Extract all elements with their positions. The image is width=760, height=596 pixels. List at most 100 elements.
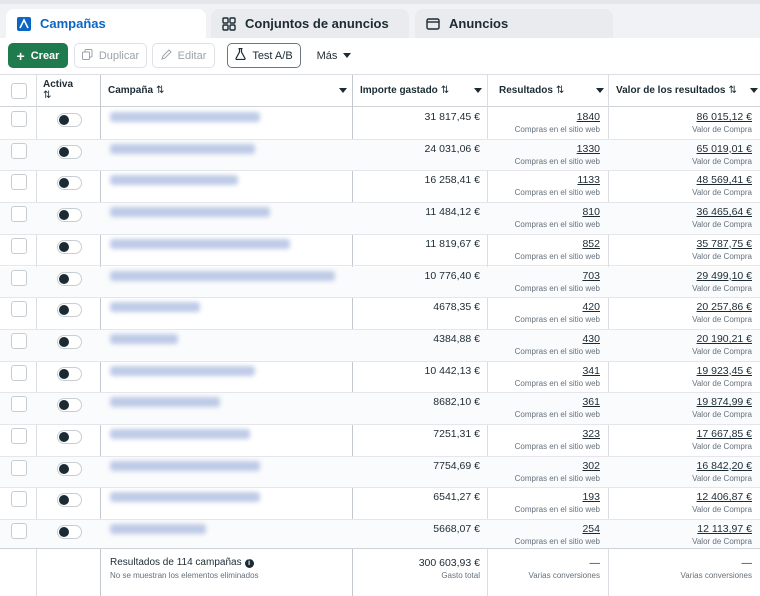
chevron-down-icon[interactable] [339,88,347,93]
create-button[interactable]: + Crear [8,43,68,68]
active-toggle[interactable] [57,334,82,349]
campaign-name-redacted[interactable] [110,492,260,503]
table-row[interactable]: 10 442,13 € 341 Compras en el sitio web 19 … [0,362,760,394]
results-cell[interactable]: 341 [582,365,600,377]
active-toggle[interactable] [57,525,82,540]
chevron-down-icon[interactable] [596,88,604,93]
chevron-down-icon[interactable] [750,88,758,93]
campaign-name-redacted[interactable] [110,302,200,313]
value-cell[interactable]: 19 923,45 € [697,365,752,377]
row-checkbox[interactable] [11,491,27,508]
value-cell[interactable]: 35 787,75 € [697,238,752,250]
edit-button[interactable]: Editar [152,43,215,68]
row-checkbox[interactable] [11,523,27,540]
table-row[interactable]: 7754,69 € 302 Compras en el sitio web 16 84… [0,456,760,489]
row-checkbox[interactable] [11,269,27,286]
campaign-name-redacted[interactable] [110,143,255,154]
active-toggle[interactable] [57,113,82,127]
table-row[interactable]: 4384,88 € 430 Compras en el sitio web 20 19… [0,329,760,362]
table-row[interactable]: 11 819,67 € 852 Compras en el sitio web 35 … [0,235,760,267]
table-row[interactable]: 8682,10 € 361 Compras en el sitio web 19 87… [0,393,760,425]
table-row[interactable]: 11 484,12 € 810 Compras en el sitio web 36 … [0,203,760,235]
campaign-name-redacted[interactable] [110,333,178,344]
campaign-name-redacted[interactable] [110,175,238,186]
table-row[interactable]: 24 031,06 € 1330 Compras en el sitio web 65… [0,139,760,172]
campaign-name-redacted[interactable] [110,238,290,249]
value-cell[interactable]: 20 190,21 € [697,333,752,345]
value-cell[interactable]: 86 015,12 € [697,111,752,123]
column-active[interactable]: Activa ⇅ [43,79,73,110]
results-cell[interactable]: 810 [582,206,600,218]
results-cell[interactable]: 302 [582,460,600,472]
row-checkbox[interactable] [11,459,27,476]
results-cell[interactable]: 361 [582,396,600,408]
row-checkbox[interactable] [11,332,27,349]
row-checkbox[interactable] [11,174,27,191]
value-cell[interactable]: 48 569,41 € [697,174,752,186]
duplicate-button[interactable]: Duplicar [74,43,147,68]
campaign-name-redacted[interactable] [110,397,220,408]
row-checkbox[interactable] [11,364,27,381]
value-cell[interactable]: 36 465,64 € [697,206,752,218]
value-cell[interactable]: 20 257,86 € [697,301,752,313]
row-checkbox[interactable] [11,428,27,444]
campaign-name-redacted[interactable] [110,429,250,439]
row-checkbox[interactable] [11,301,27,318]
active-toggle[interactable] [57,398,82,413]
tab-ad-sets[interactable]: Conjuntos de anuncios [211,9,409,38]
results-cell[interactable]: 323 [582,428,600,440]
results-cell[interactable]: 193 [582,491,600,503]
active-toggle[interactable] [57,176,82,191]
value-cell[interactable]: 65 019,01 € [697,143,752,155]
active-toggle[interactable] [57,271,82,286]
value-cell[interactable]: 17 667,85 € [697,428,752,440]
row-checkbox[interactable] [11,142,27,159]
active-toggle[interactable] [57,493,82,508]
value-cell[interactable]: 16 842,20 € [697,460,752,472]
active-toggle[interactable] [57,239,82,254]
results-cell[interactable]: 703 [582,270,600,282]
results-cell[interactable]: 430 [582,333,600,345]
row-checkbox[interactable] [11,396,27,413]
active-toggle[interactable] [57,461,82,476]
table-row[interactable]: 7251,31 € 323 Compras en el sitio web 17 66… [0,425,760,457]
active-toggle[interactable] [57,366,82,381]
active-toggle[interactable] [57,303,82,318]
value-cell[interactable]: 19 874,99 € [697,396,752,408]
table-row[interactable]: 4678,35 € 420 Compras en el sitio web 20 25… [0,298,760,330]
value-cell[interactable]: 12 113,97 € [697,523,752,535]
campaign-name-redacted[interactable] [110,112,260,122]
info-icon[interactable]: i [244,559,254,568]
table-row[interactable]: 31 817,45 € 1840 Compras en el sitio web 86… [0,108,760,140]
tab-campaigns[interactable]: Campañas [6,9,206,38]
tab-ads[interactable]: Anuncios [415,9,613,38]
campaign-name-redacted[interactable] [110,524,206,535]
value-label: Valor de Compra [692,220,752,230]
active-toggle[interactable] [57,144,82,159]
campaign-name-redacted[interactable] [110,460,260,471]
results-cell[interactable]: 254 [582,523,600,535]
select-all-checkbox[interactable] [11,83,27,99]
results-cell[interactable]: 1330 [577,143,600,155]
value-cell[interactable]: 29 499,10 € [697,270,752,282]
table-row[interactable]: 16 258,41 € 1133 Compras en el sitio web 48… [0,171,760,204]
ab-test-button[interactable]: Test A/B [227,43,301,68]
campaign-name-redacted[interactable] [110,207,270,218]
results-cell[interactable]: 852 [582,238,600,250]
results-cell[interactable]: 420 [582,301,600,313]
campaign-name-redacted[interactable] [110,365,255,376]
table-row[interactable]: 6541,27 € 193 Compras en el sitio web 12 40… [0,488,760,521]
row-checkbox[interactable] [11,206,27,223]
chevron-down-icon[interactable] [474,88,482,93]
active-toggle[interactable] [57,208,82,223]
campaign-name-redacted[interactable] [110,270,335,281]
row-checkbox[interactable] [11,237,27,254]
active-toggle[interactable] [57,430,82,444]
table-row[interactable]: 10 776,40 € 703 Compras en el sitio web 29 … [0,266,760,299]
results-cell[interactable]: 1133 [577,174,600,186]
more-dropdown[interactable]: Más [310,43,358,68]
spend-cell: 7251,31 € [433,428,480,440]
results-cell[interactable]: 1840 [577,111,600,123]
value-cell[interactable]: 12 406,87 € [697,491,752,503]
row-checkbox[interactable] [11,111,27,127]
